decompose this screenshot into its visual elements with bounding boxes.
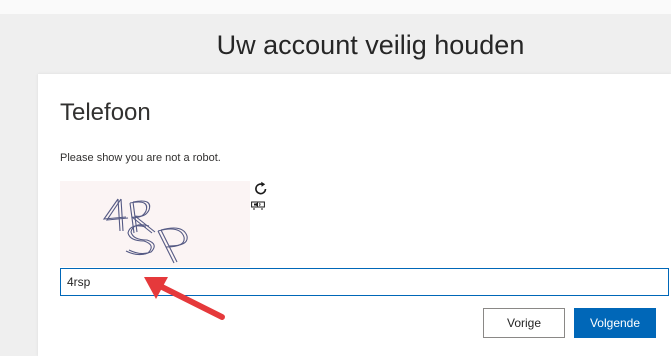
top-background xyxy=(0,0,671,14)
refresh-icon xyxy=(255,181,267,195)
refresh-captcha-button[interactable] xyxy=(253,181,269,197)
next-button[interactable]: Volgende xyxy=(574,308,656,338)
back-button[interactable]: Vorige xyxy=(483,308,565,338)
annotation-arrow xyxy=(144,277,225,320)
audio-captcha-button[interactable] xyxy=(251,198,265,210)
card-title: Telefoon xyxy=(60,99,151,126)
page-title: Uw account veilig houden xyxy=(216,30,525,60)
captcha-instruction: Please show you are not a robot. xyxy=(60,152,221,164)
captcha-image xyxy=(60,181,250,267)
audio-speaker-icon xyxy=(251,201,265,210)
